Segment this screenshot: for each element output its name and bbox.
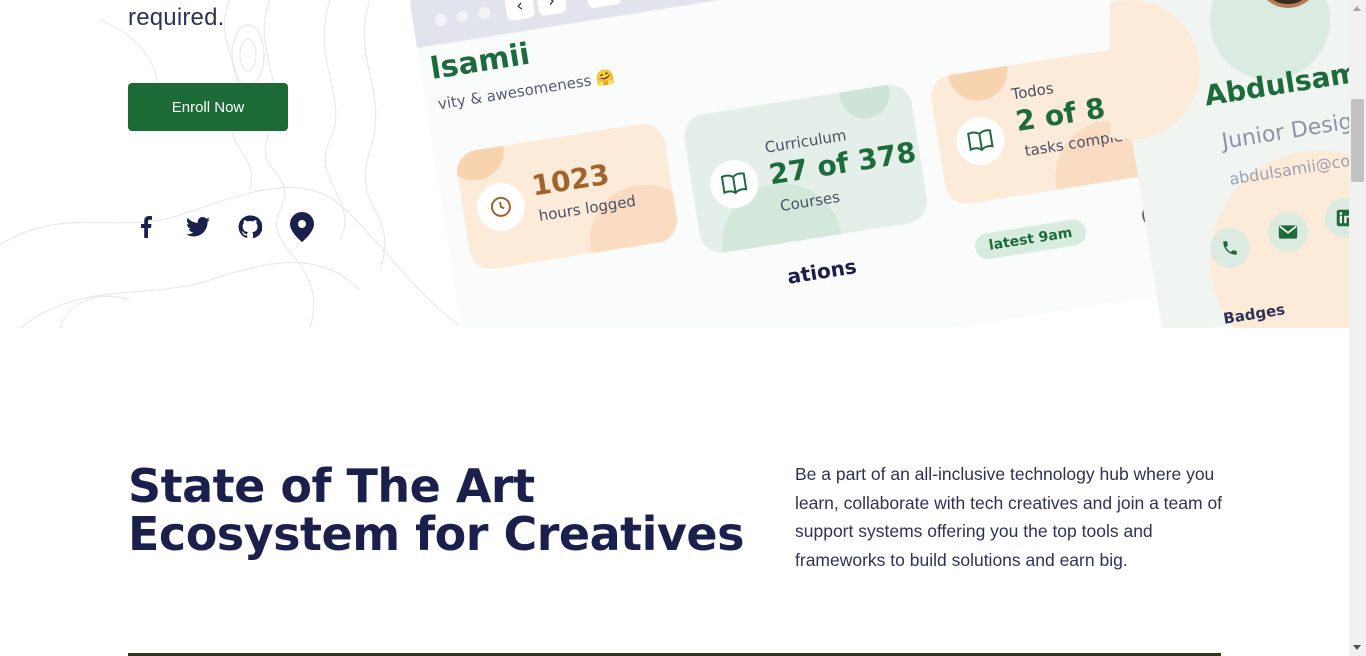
hours-card: 1023 hours logged bbox=[453, 120, 681, 273]
hours-value: 1023 bbox=[529, 157, 612, 203]
section-title-line1: State of The Art bbox=[128, 459, 535, 513]
facebook-icon[interactable] bbox=[132, 212, 160, 242]
scroll-up-arrow-icon[interactable] bbox=[1353, 6, 1361, 11]
github-icon[interactable] bbox=[236, 212, 264, 242]
scrollbar-thumb[interactable] bbox=[1351, 99, 1364, 182]
curriculum-card: Curriculum 27 of 378 Courses bbox=[681, 81, 931, 256]
window-dot bbox=[477, 6, 492, 20]
back-arrow-icon: ‹ bbox=[503, 0, 536, 22]
section-title: State of The Art Ecosystem for Creatives bbox=[128, 459, 745, 561]
clock-icon bbox=[473, 179, 529, 235]
section-title-line2: Ecosystem for Creatives bbox=[128, 507, 745, 561]
twitter-icon[interactable] bbox=[184, 212, 212, 242]
latest-badge: latest 9am bbox=[973, 217, 1088, 262]
card-blob bbox=[453, 120, 509, 185]
window-dot bbox=[455, 9, 470, 24]
hero-section: required. Enroll Now ‹ › lsamii vity & a… bbox=[0, 0, 1349, 328]
notifications-heading: ations bbox=[785, 254, 859, 289]
book-icon bbox=[953, 113, 1008, 169]
section-description: Be a part of an all-inclusive technology… bbox=[795, 464, 1223, 571]
enroll-now-button[interactable]: Enroll Now bbox=[128, 83, 288, 131]
profile-panel: Abdulsamii Junior Desig abdulsamii@co Ba… bbox=[1110, 0, 1349, 328]
sidebar-toggle-icon bbox=[584, 0, 623, 9]
greeting-name: lsamii bbox=[427, 36, 533, 87]
window-dot bbox=[434, 13, 448, 27]
phone-icon bbox=[1210, 228, 1250, 268]
location-pin-icon[interactable] bbox=[288, 212, 316, 242]
hero-description-fragment: required. bbox=[128, 4, 225, 31]
card-blob bbox=[943, 42, 1012, 105]
scrollbar[interactable] bbox=[1349, 0, 1366, 656]
card-blob bbox=[836, 81, 894, 123]
mail-icon bbox=[1268, 212, 1308, 252]
scroll-down-arrow-icon[interactable] bbox=[1353, 645, 1361, 650]
forward-arrow-icon: › bbox=[535, 0, 568, 17]
social-links bbox=[132, 212, 316, 242]
